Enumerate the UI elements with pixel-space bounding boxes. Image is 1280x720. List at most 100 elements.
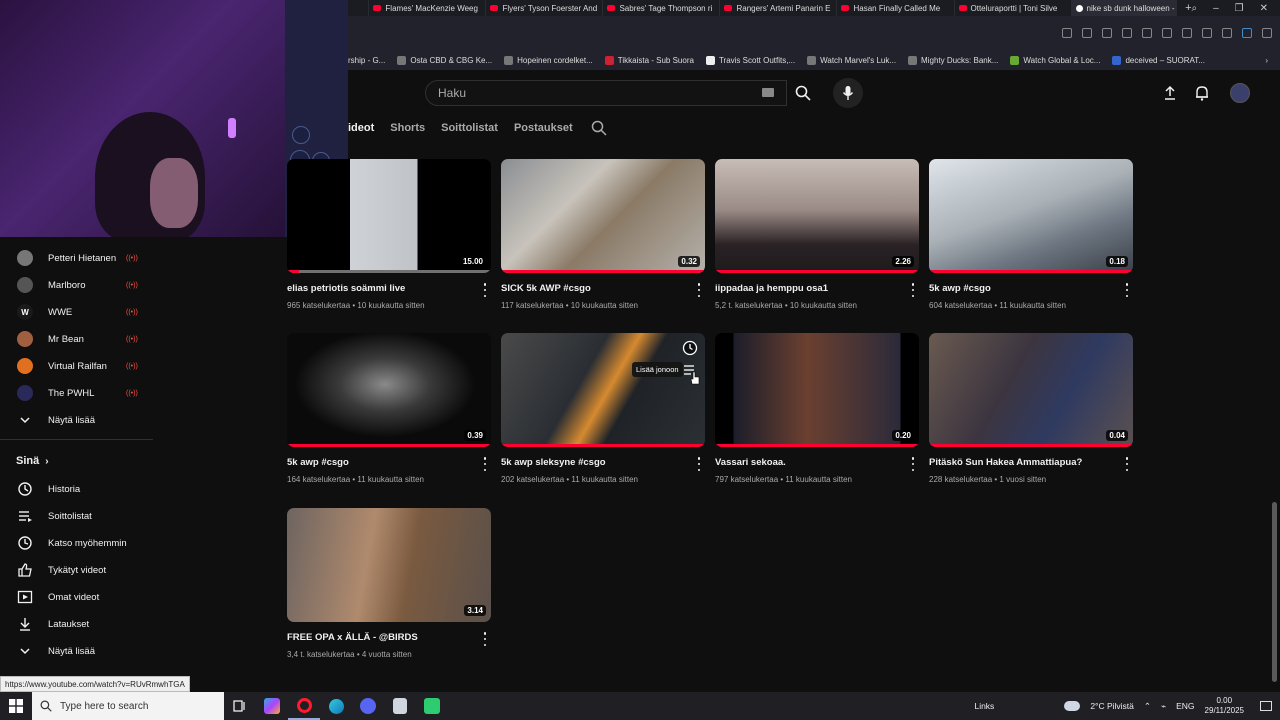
notifications-button[interactable] xyxy=(1192,82,1212,104)
watch-later-button[interactable] xyxy=(680,338,700,358)
sidebar-item-downloads[interactable]: Lataukset xyxy=(0,611,158,637)
taskbar-app-opera[interactable] xyxy=(288,692,320,720)
language-indicator[interactable]: ENG xyxy=(1176,701,1194,711)
menu-icon[interactable] xyxy=(1202,28,1212,38)
browser-tab[interactable]: Flyers' Tyson Foerster And xyxy=(486,0,604,16)
avatar[interactable] xyxy=(1230,83,1250,103)
sidebar-show-more[interactable]: Näytä lisää xyxy=(0,638,158,664)
bookmark[interactable]: deceived – SUORAT... xyxy=(1112,55,1205,65)
video-thumbnail[interactable]: 3.14 xyxy=(287,508,491,622)
more-options-icon[interactable] xyxy=(482,632,488,646)
browser-tab-active[interactable]: nike sb dunk halloween - xyxy=(1071,0,1178,16)
video-thumbnail[interactable]: 15.00 xyxy=(287,159,491,273)
clock[interactable]: 0.00 29/11/2025 xyxy=(1205,696,1244,716)
video-card[interactable]: 0.32 SICK 5k AWP #csgo 117 katselukertaa •… xyxy=(501,159,705,310)
vpn-icon[interactable] xyxy=(1242,28,1252,38)
taskbar-app[interactable] xyxy=(384,692,416,720)
taskbar-app-edge[interactable] xyxy=(320,692,352,720)
camera-icon[interactable] xyxy=(1082,28,1092,38)
tab-posts[interactable]: Postaukset xyxy=(514,122,573,134)
bookmark[interactable]: Tikkaista - Sub Suora xyxy=(604,55,694,65)
video-card[interactable]: 0.20 Vassari sekoaa. 797 katselukertaa • 1… xyxy=(715,333,919,484)
sidebar-item-subscription[interactable]: Marlboro ((•)) xyxy=(0,272,158,298)
more-options-icon[interactable] xyxy=(696,283,702,297)
video-thumbnail[interactable]: 0.18 xyxy=(929,159,1133,273)
video-thumbnail[interactable]: 0.39 xyxy=(287,333,491,447)
video-title[interactable]: 5k awp #csgo xyxy=(929,283,991,294)
start-button[interactable] xyxy=(0,692,32,720)
video-title[interactable]: 5k awp sleksyne #csgo xyxy=(501,457,606,468)
sidebar-item-playlists[interactable]: Soittolistat xyxy=(0,503,158,529)
minimize-icon[interactable]: – xyxy=(1213,3,1219,14)
more-options-icon[interactable] xyxy=(1124,457,1130,471)
video-card[interactable]: 0.18 5k awp #csgo 604 katselukertaa • 11 k… xyxy=(929,159,1133,310)
video-thumbnail[interactable]: 0.20 xyxy=(715,333,919,447)
bookmark[interactable]: rship - G... xyxy=(348,56,385,65)
chevron-up-icon[interactable]: ⌃ xyxy=(1144,701,1151,712)
more-options-icon[interactable] xyxy=(482,457,488,471)
upload-button[interactable] xyxy=(1160,82,1180,104)
notification-center-icon[interactable] xyxy=(1260,701,1272,711)
bookmark[interactable]: Hopeinen cordelket... xyxy=(504,55,593,65)
search-input[interactable]: Haku xyxy=(425,80,787,106)
bookmark[interactable]: Watch Marvel's Luk... xyxy=(807,55,896,65)
video-thumbnail[interactable]: 0.32 xyxy=(501,159,705,273)
sidebar-item-history[interactable]: Historia xyxy=(0,476,158,502)
video-card[interactable]: 0.39 5k awp #csgo 164 katselukertaa • 11 k… xyxy=(287,333,491,484)
scrollbar[interactable] xyxy=(1272,502,1277,682)
video-card[interactable]: 0.04 Pitäskö Sun Hakea Ammattiapua? 228 ka… xyxy=(929,333,1133,484)
weather-text[interactable]: 2°C Pilvistä xyxy=(1090,701,1134,711)
bookmark[interactable]: Travis Scott Outfits,... xyxy=(705,55,795,65)
heart-icon[interactable] xyxy=(1162,28,1172,38)
network-icon[interactable]: ⌁ xyxy=(1161,701,1166,712)
voice-search-button[interactable] xyxy=(833,78,863,108)
video-card[interactable]: 15.00 elias petriotis soämmi live 965 kats… xyxy=(287,159,491,310)
more-options-icon[interactable] xyxy=(696,457,702,471)
browser-tab[interactable] xyxy=(348,0,370,16)
sidebar-item-watch-later[interactable]: Katso myöhemmin xyxy=(0,530,158,556)
video-title[interactable]: iippadaa ja hemppu osa1 xyxy=(715,283,828,294)
taskbar-app[interactable] xyxy=(416,692,448,720)
extension-icon[interactable] xyxy=(1122,28,1132,38)
search-tabs-icon[interactable]: ⌕ xyxy=(1192,3,1198,14)
channel-search-icon[interactable] xyxy=(591,120,607,136)
close-icon[interactable]: ✕ xyxy=(1260,3,1268,14)
sidebar-item-subscription[interactable]: Petteri Hietanen ((•)) xyxy=(0,245,158,271)
video-title[interactable]: Vassari sekoaa. xyxy=(715,457,786,468)
sidebar-show-more[interactable]: Näytä lisää xyxy=(0,407,158,433)
search-button[interactable] xyxy=(787,80,819,106)
tab-videos[interactable]: ideot xyxy=(348,122,374,134)
more-options-icon[interactable] xyxy=(910,457,916,471)
video-thumbnail[interactable] xyxy=(501,333,705,447)
lock-icon[interactable] xyxy=(1222,28,1232,38)
maximize-icon[interactable]: ❐ xyxy=(1235,3,1244,14)
video-title[interactable]: SICK 5k AWP #csgo xyxy=(501,283,591,294)
browser-tab[interactable]: Hasan Finally Called Me xyxy=(837,0,955,16)
taskbar-search-input[interactable]: Type here to search xyxy=(32,692,224,720)
keyboard-icon[interactable] xyxy=(762,88,774,97)
links-toolbar[interactable]: Links xyxy=(974,701,994,711)
sidebar-item-your-videos[interactable]: Omat videot xyxy=(0,584,158,610)
sidebar-item-subscription[interactable]: The PWHL ((•)) xyxy=(0,380,158,406)
bookmark[interactable]: Osta CBD & CBG Ke... xyxy=(397,55,492,65)
video-thumbnail[interactable]: 0.04 xyxy=(929,333,1133,447)
bookmarks-more-icon[interactable]: › xyxy=(1265,56,1268,65)
video-card[interactable]: 3.14 FREE OPA x ÄLLÄ - @BIRDS 3,4 t. katse… xyxy=(287,508,491,659)
play-icon[interactable] xyxy=(1142,28,1152,38)
browser-tab[interactable]: Otteluraportti | Toni Silve xyxy=(955,0,1072,16)
video-title[interactable]: Pitäskö Sun Hakea Ammattiapua? xyxy=(929,457,1082,468)
taskbar-app[interactable] xyxy=(256,692,288,720)
sidebar-item-subscription[interactable]: W WWE ((•)) xyxy=(0,299,158,325)
cube-icon[interactable] xyxy=(1262,28,1272,38)
share-icon[interactable] xyxy=(1062,28,1072,38)
video-thumbnail[interactable]: 2.26 xyxy=(715,159,919,273)
video-title[interactable]: FREE OPA x ÄLLÄ - @BIRDS xyxy=(287,632,418,643)
browser-tab[interactable]: Rangers' Artemi Panarin E xyxy=(720,0,838,16)
video-card[interactable]: 5k awp sleksyne #csgo 202 katselukertaa •… xyxy=(501,333,705,484)
bookmark[interactable]: Watch Global & Loc... xyxy=(1010,55,1100,65)
more-options-icon[interactable] xyxy=(1124,283,1130,297)
download-icon[interactable] xyxy=(1182,28,1192,38)
video-card[interactable]: 2.26 iippadaa ja hemppu osa1 5,2 t. katsel… xyxy=(715,159,919,310)
tab-playlists[interactable]: Soittolistat xyxy=(441,122,498,134)
video-title[interactable]: 5k awp #csgo xyxy=(287,457,349,468)
